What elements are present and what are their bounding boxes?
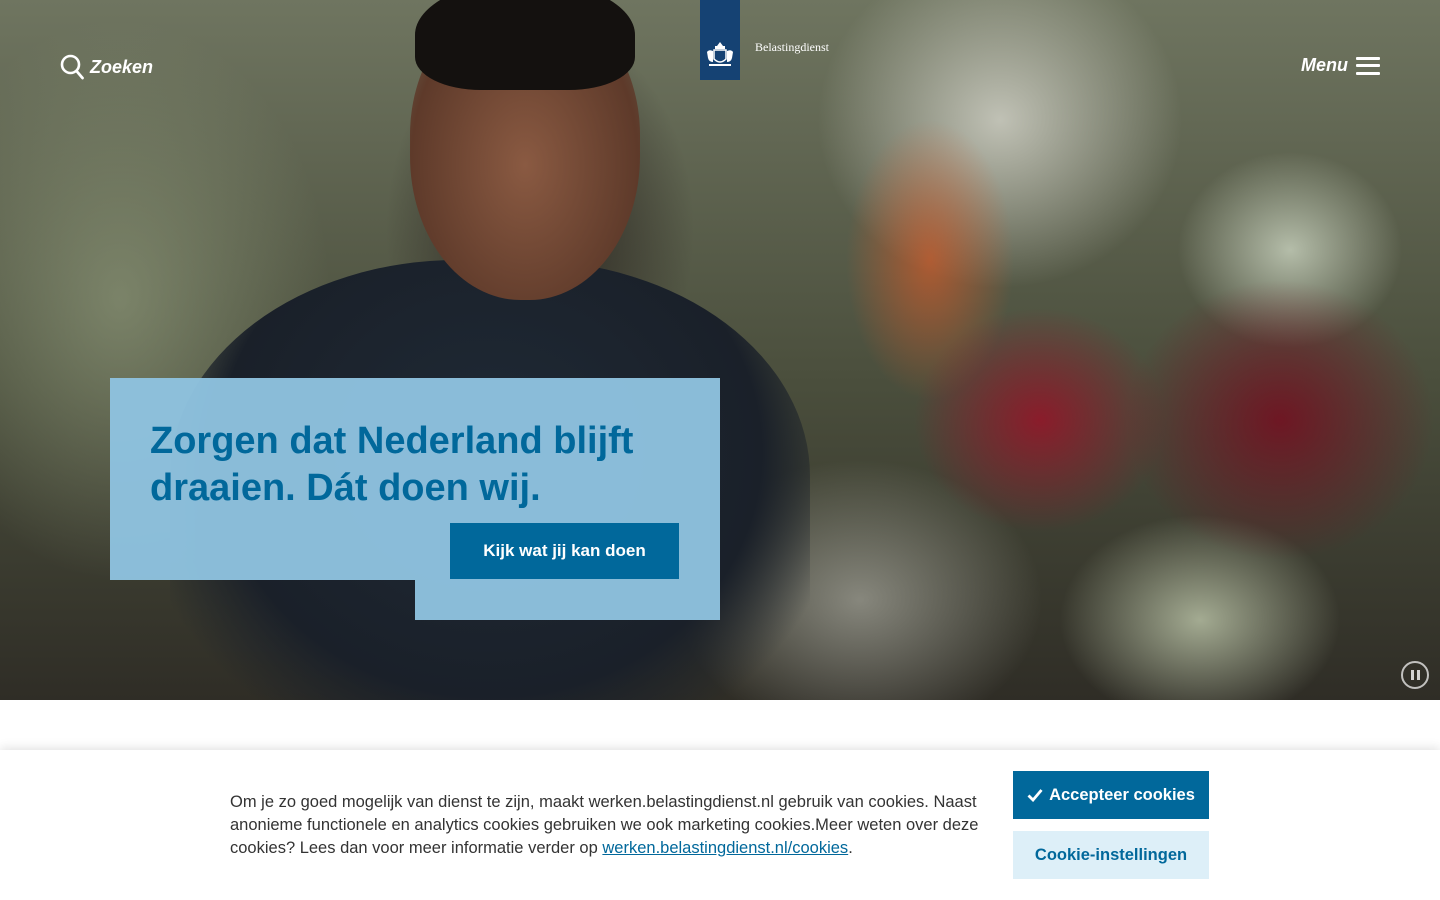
hero-title-bold: Dát doen wij. [306,467,541,509]
hamburger-icon [1356,56,1380,75]
logo-text: Belastingdienst [755,40,829,54]
menu-label: Menu [1301,55,1348,75]
checkmark-icon [1027,789,1043,802]
hero-card-extension [415,580,720,620]
hero-title: Zorgen dat Nederland blijft draaien. Dát… [150,418,670,512]
hero-background-video [0,0,1440,700]
cookie-policy-link[interactable]: werken.belastingdienst.nl/cookies [602,839,848,857]
cookie-settings-button[interactable]: Cookie-instellingen [1013,831,1209,879]
cookie-trailing: . [848,839,853,857]
menu-button[interactable]: Menu [1301,55,1380,76]
pause-icon-bar-left [1410,670,1414,680]
hero-person-hair [415,0,635,90]
cta-button[interactable]: Kijk wat jij kan doen [450,523,679,579]
pause-icon-bar-right [1416,670,1420,680]
accept-cookies-button[interactable]: Accepteer cookies [1013,771,1209,819]
search-label: Zoeken [90,56,154,77]
search-icon [60,54,84,80]
cookie-text: Om je zo goed mogelijk van dienst te zij… [230,791,980,860]
belastingdienst-logo[interactable]: Belastingdienst [700,0,829,80]
search-button[interactable]: Zoeken [60,54,153,80]
coat-of-arms-icon [707,42,733,66]
cookie-banner: Om je zo goed mogelijk van dienst te zij… [0,750,1440,900]
accept-cookies-label: Accepteer cookies [1049,785,1195,804]
logo-emblem [700,0,740,80]
video-pause-button[interactable] [1401,661,1429,689]
